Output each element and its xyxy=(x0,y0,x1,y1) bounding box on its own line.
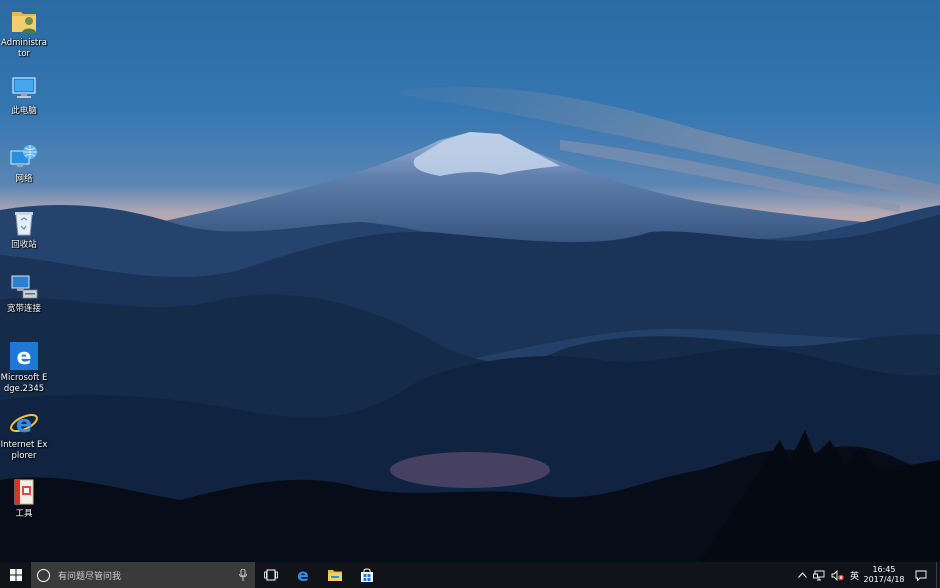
desktop-icon-label: Microsoft Edge.2345 xyxy=(0,373,48,394)
desktop-icon-broadband[interactable]: 宽带连接 xyxy=(0,272,48,315)
svg-text:e: e xyxy=(297,567,309,583)
desktop-icon-edge-2345[interactable]: e Microsoft Edge.2345 xyxy=(0,341,48,394)
desktop-icon-tools[interactable]: 工具 xyxy=(0,477,48,520)
show-hidden-icons-button[interactable] xyxy=(795,562,810,588)
taskbar-edge-button[interactable]: e xyxy=(287,562,319,588)
taskbar-file-explorer-button[interactable] xyxy=(319,562,351,588)
desktop-icon-label: 网络 xyxy=(15,174,33,184)
network-globe-icon xyxy=(10,145,37,167)
desktop-icon-label: 回收站 xyxy=(11,240,37,250)
edge-icon: e xyxy=(10,342,38,370)
speaker-muted-icon xyxy=(831,569,844,581)
show-desktop-button[interactable] xyxy=(936,562,940,588)
file-explorer-icon xyxy=(328,570,342,581)
recycle-bin-icon xyxy=(15,212,33,236)
desktop-wallpaper xyxy=(0,0,940,562)
input-method-indicator[interactable]: 英 xyxy=(847,562,862,588)
desktop-icon-recycle-bin[interactable]: 回收站 xyxy=(0,208,48,251)
clock-time: 16:45 xyxy=(872,565,896,574)
clock[interactable]: 16:45 2017/4/18 xyxy=(862,565,906,585)
taskbar-store-button[interactable] xyxy=(351,562,383,588)
user-folder-icon xyxy=(12,12,36,33)
svg-text:e: e xyxy=(17,345,32,370)
system-tray: 英 16:45 2017/4/18 xyxy=(795,562,940,588)
broadband-icon xyxy=(11,275,38,299)
windows-logo-icon xyxy=(9,569,22,581)
desktop-icon-this-pc[interactable]: 此电脑 xyxy=(0,74,48,117)
desktop-icon-label: 工具 xyxy=(15,509,33,519)
taskbar: 有问题尽管问我 e 英 16:45 2017/4/18 xyxy=(0,562,940,588)
edge-icon: e xyxy=(297,567,309,583)
network-status-button[interactable] xyxy=(810,562,828,588)
svg-text:e: e xyxy=(16,410,32,438)
clock-date: 2017/4/18 xyxy=(863,575,905,584)
microphone-icon[interactable] xyxy=(239,569,247,581)
desktop-icon-label: Internet Explorer xyxy=(0,440,48,461)
desktop-icon-label: 此电脑 xyxy=(11,106,37,116)
task-view-button[interactable] xyxy=(255,562,287,588)
notification-icon xyxy=(915,570,927,581)
action-center-button[interactable] xyxy=(906,562,936,588)
search-box[interactable]: 有问题尽管问我 xyxy=(31,562,255,588)
cortana-icon xyxy=(37,568,50,582)
search-placeholder: 有问题尽管问我 xyxy=(58,571,122,582)
store-icon xyxy=(361,568,373,582)
chevron-up-icon xyxy=(798,572,807,578)
computer-icon xyxy=(12,77,36,98)
task-view-icon xyxy=(264,569,278,581)
desktop-icon-label: 宽带连接 xyxy=(6,304,41,314)
network-icon xyxy=(813,570,825,580)
ie-icon: e xyxy=(10,410,38,438)
start-button[interactable] xyxy=(0,562,31,588)
desktop-icon-label: Administrator xyxy=(1,38,47,59)
tools-icon xyxy=(14,479,34,505)
volume-button[interactable] xyxy=(828,562,847,588)
desktop-icon-network[interactable]: 网络 xyxy=(0,142,48,185)
desktop-icon-administrator[interactable]: Administrator xyxy=(0,6,48,59)
desktop-icon-internet-explorer[interactable]: e Internet Explorer xyxy=(0,408,48,461)
